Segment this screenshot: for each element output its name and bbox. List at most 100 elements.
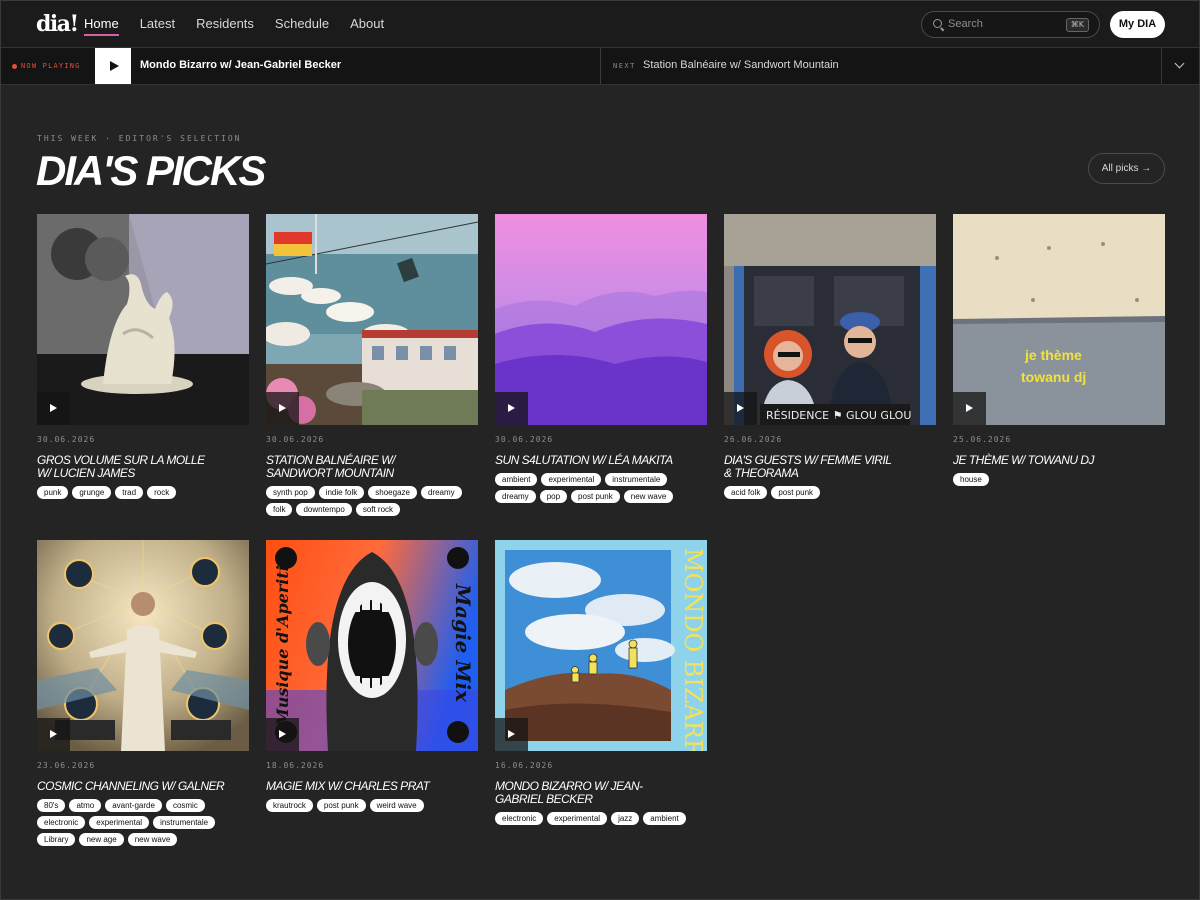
genre-tag[interactable]: post punk — [771, 486, 821, 499]
show-card[interactable]: 23.06.2026 Cosmic Channeling w/ Galner 8… — [37, 540, 249, 846]
genre-tag[interactable]: ambient — [643, 812, 686, 825]
nav-residents[interactable]: Residents — [196, 16, 254, 32]
play-icon[interactable] — [37, 718, 70, 751]
artwork-text: Magie Mix — [451, 583, 475, 703]
site-logo[interactable]: dia! — [36, 12, 79, 36]
play-icon[interactable] — [37, 392, 70, 425]
show-artwork[interactable]: je thème towanu dj — [953, 214, 1165, 425]
show-title[interactable]: DIA's Guests w/ Femme Viril & Theorama — [724, 454, 894, 480]
show-card[interactable]: 30.06.2026 Sun S4lutation w/ Léa Makita … — [495, 214, 707, 503]
my-dia-button[interactable]: My DIA — [1110, 11, 1165, 38]
show-artwork[interactable] — [37, 214, 249, 425]
genre-tag[interactable]: indie folk — [318, 486, 365, 499]
genre-tag[interactable]: 80's — [37, 799, 66, 812]
play-button[interactable] — [95, 48, 131, 84]
tag-list: electronic experimental jazz ambient — [495, 812, 707, 825]
nav-about[interactable]: About — [350, 16, 384, 32]
show-artwork[interactable] — [495, 214, 707, 425]
show-title[interactable]: Cosmic Channeling w/ Galner — [37, 780, 237, 793]
genre-tag[interactable]: electronic — [37, 816, 86, 829]
genre-tag[interactable]: atmo — [69, 799, 102, 812]
show-artwork[interactable]: MONDO BIZARRO — [495, 540, 707, 751]
genre-tag[interactable]: post punk — [316, 799, 366, 812]
live-dot-icon — [12, 63, 17, 69]
next-title[interactable]: Station Balnéaire w/ Sandwort Mountain — [643, 59, 839, 71]
section-kicker: THIS WEEK · EDITOR'S SELECTION — [37, 134, 242, 143]
show-date: 26.06.2026 — [724, 435, 783, 444]
now-playing-title[interactable]: Mondo Bizarro w/ Jean-Gabriel Becker — [140, 59, 341, 71]
site-header: dia! Home Latest Residents Schedule Abou… — [0, 0, 1200, 48]
genre-tag[interactable]: ambient — [495, 473, 538, 486]
show-title[interactable]: Sun S4lutation w/ Léa Makita — [495, 454, 695, 467]
show-card[interactable]: Musique d'Aperitif Magie Mix 18.06.2026 … — [266, 540, 478, 812]
show-card[interactable]: MONDO BIZARRO 16.06.2026 Mondo Bizarro w… — [495, 540, 707, 825]
show-card[interactable]: RÉSIDENCE ⚑ GLOU GLOU 26.06.2026 DIA's G… — [724, 214, 936, 499]
all-picks-button[interactable]: All picks → — [1088, 153, 1165, 184]
show-artwork[interactable] — [266, 214, 478, 425]
play-icon[interactable] — [953, 392, 986, 425]
genre-tag[interactable]: soft rock — [355, 503, 401, 516]
genre-tag[interactable]: new wave — [127, 833, 178, 846]
genre-tag[interactable]: jazz — [611, 812, 640, 825]
show-title[interactable]: Magie Mix w/ Charles Prat — [266, 780, 466, 793]
player-bar: NOW PLAYING Mondo Bizarro w/ Jean-Gabrie… — [0, 48, 1200, 85]
show-title[interactable]: Je Thème w/ Towanu DJ — [953, 454, 1153, 467]
genre-tag[interactable]: experimental — [547, 812, 608, 825]
genre-tag[interactable]: instrumentale — [153, 816, 216, 829]
play-icon[interactable] — [495, 392, 528, 425]
genre-tag[interactable]: krautrock — [266, 799, 313, 812]
genre-tag[interactable]: instrumentale — [605, 473, 668, 486]
show-artwork[interactable] — [37, 540, 249, 751]
show-artwork[interactable]: Musique d'Aperitif Magie Mix — [266, 540, 478, 751]
genre-tag[interactable]: weird wave — [369, 799, 424, 812]
genre-tag[interactable]: folk — [266, 503, 293, 516]
genre-tag[interactable]: acid folk — [724, 486, 768, 499]
genre-tag[interactable]: shoegaze — [368, 486, 417, 499]
tag-list: punk grunge trad rock — [37, 486, 249, 499]
artwork-text: MONDO BIZARRO — [679, 548, 707, 751]
genre-tag[interactable]: new age — [79, 833, 124, 846]
artwork-text: towanu dj — [1021, 369, 1086, 385]
show-title[interactable]: Gros Volume sur la Molle w/ Lucien James — [37, 454, 207, 480]
genre-tag[interactable]: grunge — [72, 486, 112, 499]
show-card[interactable]: 30.06.2026 Gros Volume sur la Molle w/ L… — [37, 214, 249, 499]
nav-schedule[interactable]: Schedule — [275, 16, 329, 32]
genre-tag[interactable]: pop — [539, 490, 568, 503]
genre-tag[interactable]: dreamy — [495, 490, 536, 503]
genre-tag[interactable]: synth pop — [266, 486, 315, 499]
genre-tag[interactable]: punk — [37, 486, 69, 499]
genre-tag[interactable]: downtempo — [296, 503, 352, 516]
genre-tag[interactable]: Library — [37, 833, 76, 846]
genre-tag[interactable]: experimental — [89, 816, 150, 829]
genre-tag[interactable]: house — [953, 473, 989, 486]
genre-tag[interactable]: electronic — [495, 812, 544, 825]
genre-tag[interactable]: post punk — [571, 490, 620, 503]
show-artwork[interactable]: RÉSIDENCE ⚑ GLOU GLOU — [724, 214, 936, 425]
play-icon[interactable] — [266, 392, 299, 425]
show-card[interactable]: je thème towanu dj 25.06.2026 Je Thème w… — [953, 214, 1165, 486]
nav-latest[interactable]: Latest — [140, 16, 175, 32]
genre-tag[interactable]: dreamy — [420, 486, 462, 499]
show-title[interactable]: Mondo Bizarro w/ Jean-Gabriel Becker — [495, 780, 645, 806]
show-date: 30.06.2026 — [37, 435, 96, 444]
now-playing-indicator: NOW PLAYING — [12, 62, 81, 70]
genre-tag[interactable]: rock — [147, 486, 177, 499]
show-title[interactable]: Station Balnéaire w/ Sandwort Mountain — [266, 454, 436, 480]
chevron-down-icon[interactable] — [1174, 58, 1185, 69]
tag-list: ambient experimental instrumentale dream… — [495, 473, 707, 503]
tag-list: 80's atmo avant-garde cosmic electronic … — [37, 799, 249, 846]
genre-tag[interactable]: cosmic — [165, 799, 205, 812]
genre-tag[interactable]: avant-garde — [105, 799, 162, 812]
genre-tag[interactable]: experimental — [541, 473, 602, 486]
nav-home[interactable]: Home — [84, 16, 119, 36]
genre-tag[interactable]: new wave — [623, 490, 674, 503]
play-icon[interactable] — [724, 392, 757, 425]
tag-list: synth pop indie folk shoegaze dreamy fol… — [266, 486, 478, 516]
tag-list: house — [953, 473, 1165, 486]
play-icon[interactable] — [495, 718, 528, 751]
show-card[interactable]: 30.06.2026 Station Balnéaire w/ Sandwort… — [266, 214, 478, 516]
search-box[interactable]: ⌘K — [921, 11, 1100, 38]
search-input[interactable] — [948, 16, 1058, 32]
genre-tag[interactable]: trad — [115, 486, 144, 499]
play-icon[interactable] — [266, 718, 299, 751]
